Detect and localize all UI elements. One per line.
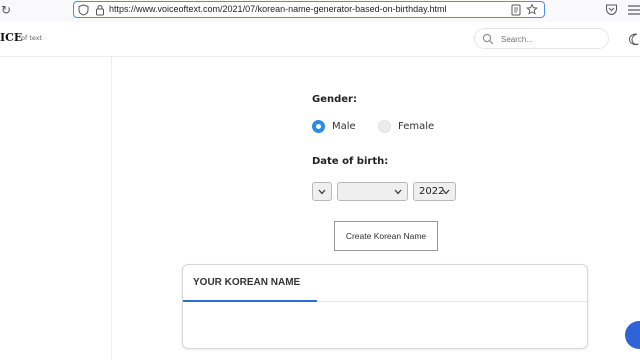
lock-icon[interactable]	[95, 4, 105, 16]
sidebar-divider	[111, 57, 112, 360]
chevron-down-icon	[394, 189, 402, 195]
floating-action-button[interactable]	[625, 321, 640, 349]
create-korean-name-button[interactable]: Create Korean Name	[334, 221, 438, 251]
pocket-icon[interactable]	[605, 3, 618, 16]
result-divider	[317, 301, 587, 302]
url-bar[interactable]: https://www.voiceoftext.com/2021/07/kore…	[73, 1, 545, 18]
result-title: YOUR KOREAN NAME	[193, 277, 301, 288]
reader-view-icon[interactable]	[511, 4, 521, 16]
male-radio[interactable]	[312, 120, 325, 133]
dob-label: Date of birth:	[312, 156, 389, 167]
chevron-down-icon	[442, 189, 450, 195]
shield-icon[interactable]	[78, 4, 89, 16]
chevron-down-icon	[318, 189, 326, 195]
hamburger-menu-icon[interactable]	[626, 4, 640, 16]
result-card: YOUR KOREAN NAME	[182, 264, 588, 349]
browser-toolbar: ↻ https://www.voiceoftext.com/2021/07/ko…	[0, 0, 640, 23]
bookmark-star-icon[interactable]	[526, 3, 538, 16]
female-radio[interactable]	[378, 120, 391, 133]
female-radio-label[interactable]: Female	[398, 121, 434, 132]
url-text[interactable]: https://www.voiceoftext.com/2021/07/kore…	[109, 3, 447, 16]
site-logo[interactable]: ICE	[0, 31, 22, 44]
site-header: ICE of text	[0, 22, 640, 57]
search-icon	[482, 33, 494, 45]
search-box[interactable]	[474, 28, 609, 49]
year-select[interactable]: 2022	[413, 182, 456, 201]
site-logo-subtitle: of text	[21, 34, 43, 42]
search-input[interactable]	[499, 32, 603, 47]
male-radio-label[interactable]: Male	[332, 121, 356, 132]
theme-toggle-icon[interactable]	[628, 33, 640, 46]
month-select[interactable]	[337, 182, 408, 201]
reload-icon[interactable]: ↻	[0, 2, 14, 18]
gender-label: Gender:	[312, 94, 357, 105]
result-tab-underline	[183, 300, 317, 302]
day-select[interactable]	[312, 182, 332, 201]
year-select-value: 2022	[419, 186, 445, 197]
